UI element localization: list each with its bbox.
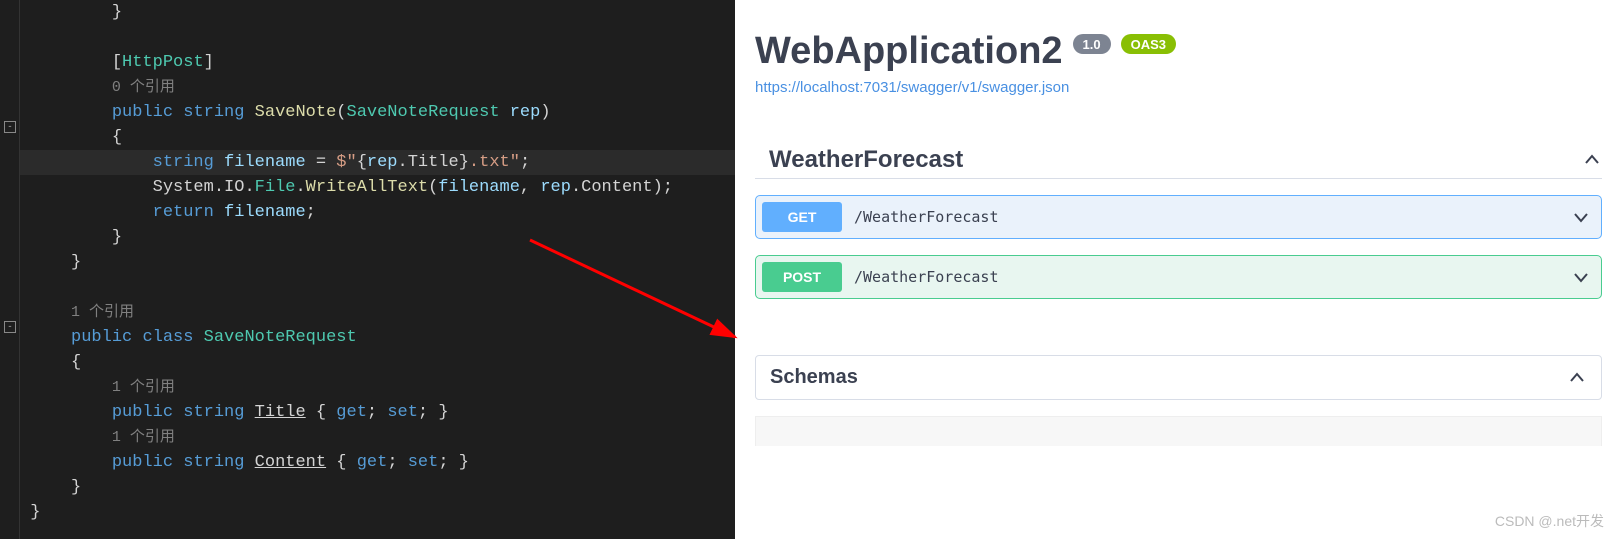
swagger-header: WebApplication2 1.0 OAS3 [755, 30, 1602, 73]
schemas-section-header[interactable]: Schemas [755, 355, 1602, 400]
code-line[interactable]: public string Content { get; set; } [20, 450, 735, 475]
code-line[interactable]: { [20, 125, 735, 150]
code-line[interactable]: public class SaveNoteRequest [20, 325, 735, 350]
code-line[interactable]: { [20, 350, 735, 375]
code-editor[interactable]: - - } [HttpPost] 0 个引用 public string Sav… [0, 0, 735, 539]
code-line[interactable]: } [20, 0, 735, 25]
code-area[interactable]: } [HttpPost] 0 个引用 public string SaveNot… [20, 0, 735, 539]
tag-name: WeatherForecast [755, 146, 963, 174]
swagger-panel: WebApplication2 1.0 OAS3 https://localho… [735, 0, 1622, 539]
code-line[interactable]: return filename; [20, 200, 735, 225]
watermark: CSDN @.net开发 [1495, 511, 1604, 531]
operations-list: GET/WeatherForecastPOST/WeatherForecast [755, 195, 1602, 299]
code-line[interactable]: } [20, 475, 735, 500]
schemas-body [755, 416, 1602, 446]
code-line[interactable]: 1 个引用 [20, 425, 735, 450]
code-line[interactable]: 1 个引用 [20, 300, 735, 325]
swagger-url-link[interactable]: https://localhost:7031/swagger/v1/swagge… [755, 79, 1602, 96]
chevron-up-icon [1582, 150, 1602, 170]
operation-path: /WeatherForecast [854, 268, 999, 286]
fold-toggle[interactable]: - [4, 321, 16, 333]
http-method-badge: GET [762, 202, 842, 232]
chevron-up-icon [1567, 368, 1587, 388]
tag-section-header[interactable]: WeatherForecast [755, 146, 1602, 179]
operation-row[interactable]: GET/WeatherForecast [755, 195, 1602, 239]
code-line[interactable]: [HttpPost] [20, 50, 735, 75]
code-line[interactable]: public string Title { get; set; } [20, 400, 735, 425]
http-method-badge: POST [762, 262, 842, 292]
operation-path: /WeatherForecast [854, 208, 999, 226]
code-line[interactable]: } [20, 225, 735, 250]
code-line[interactable] [20, 275, 735, 300]
operation-row[interactable]: POST/WeatherForecast [755, 255, 1602, 299]
code-line[interactable]: } [20, 500, 735, 525]
oas-badge: OAS3 [1121, 34, 1176, 54]
code-line[interactable]: 1 个引用 [20, 375, 735, 400]
fold-toggle[interactable]: - [4, 121, 16, 133]
code-line[interactable]: System.IO.File.WriteAllText(filename, re… [20, 175, 735, 200]
chevron-down-icon [1571, 207, 1591, 227]
api-title: WebApplication2 [755, 30, 1063, 73]
schemas-title: Schemas [770, 366, 858, 389]
code-line[interactable]: } [20, 250, 735, 275]
chevron-down-icon [1571, 267, 1591, 287]
code-line[interactable]: 0 个引用 [20, 75, 735, 100]
code-line[interactable]: string filename = $"{rep.Title}.txt"; [20, 150, 735, 175]
editor-gutter: - - [0, 0, 20, 539]
version-badge: 1.0 [1073, 34, 1111, 54]
code-line[interactable] [20, 25, 735, 50]
code-line[interactable]: public string SaveNote(SaveNoteRequest r… [20, 100, 735, 125]
